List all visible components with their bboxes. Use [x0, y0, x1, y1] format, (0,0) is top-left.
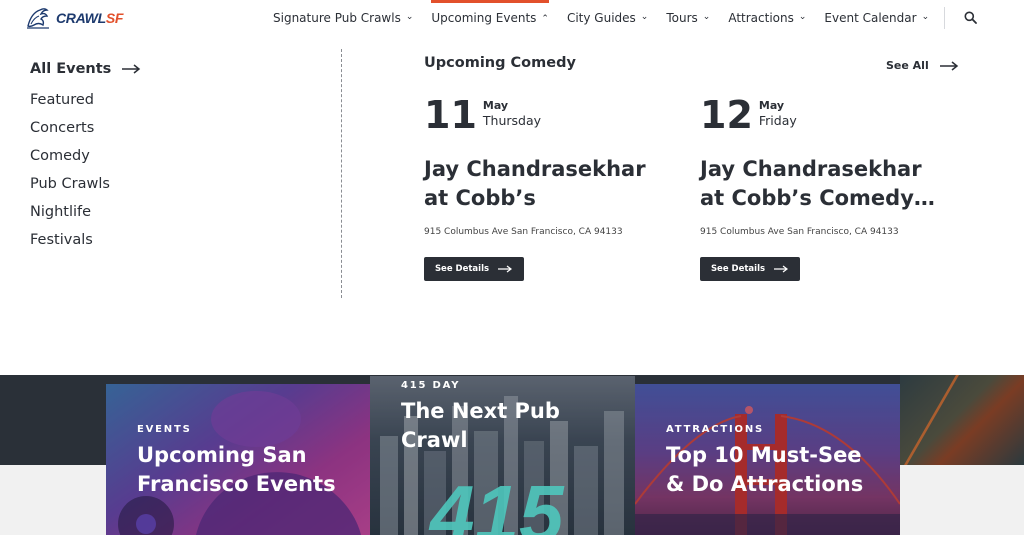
event-address: 915 Columbus Ave San Francisco, CA 94133 [424, 227, 623, 237]
see-details-button[interactable]: See Details [424, 257, 524, 281]
event-address: 915 Columbus Ave San Francisco, CA 94133 [700, 227, 899, 237]
nav-divider [944, 6, 946, 29]
category-nightlife[interactable]: Nightlife [30, 203, 141, 221]
event-month: May [758, 99, 785, 112]
card-upcoming-events[interactable]: EVENTS Upcoming San Francisco Events [106, 384, 371, 535]
main-nav: Signature Pub Crawls ⌄ Upcoming Events ⌃… [264, 0, 985, 35]
see-all-label: See All [886, 59, 929, 72]
chevron-down-icon: ⌄ [640, 11, 649, 22]
chevron-down-icon: ⌄ [798, 11, 807, 22]
nav-event-calendar[interactable]: Event Calendar ⌄ [815, 0, 938, 35]
card-title: Upcoming San Francisco Events [137, 443, 336, 496]
nav-attractions[interactable]: Attractions ⌄ [719, 0, 815, 35]
dragon-logo-icon [27, 8, 49, 29]
nav-label: Event Calendar [824, 10, 917, 25]
logo-accent: SF [105, 10, 124, 26]
nav-label: Tours [666, 10, 698, 25]
nav-label: Signature Pub Crawls [273, 10, 401, 25]
nav-upcoming-events[interactable]: Upcoming Events ⌃ [422, 0, 558, 35]
event-weekday: Thursday [482, 113, 542, 128]
card-kicker: ATTRACTIONS [666, 424, 765, 435]
event-date: 11 May Thursday [424, 95, 684, 135]
arrow-right-icon [774, 265, 789, 273]
page: CRAWLSF Signature Pub Crawls ⌄ Upcoming … [0, 0, 1024, 535]
bridge-photo [900, 375, 1024, 465]
415-graphic-text: 415 [428, 469, 565, 535]
nav-signature-pub-crawls[interactable]: Signature Pub Crawls ⌄ [264, 0, 422, 35]
card-415-day[interactable]: 415 415 DAY The Next Pub Crawl [370, 376, 635, 535]
nav-label: Upcoming Events [431, 10, 537, 25]
section-title: Upcoming Comedy [424, 55, 576, 71]
category-featured[interactable]: Featured [30, 91, 141, 109]
category-pub-crawls[interactable]: Pub Crawls [30, 175, 141, 193]
event-month: May [482, 99, 509, 112]
see-all-link[interactable]: See All [886, 59, 959, 72]
event-card: 12 May Friday Jay Chandrasekhar at Cobb’… [700, 95, 960, 281]
arrow-right-icon [939, 60, 958, 71]
site-header: CRAWLSF Signature Pub Crawls ⌄ Upcoming … [0, 0, 1024, 35]
nav-label: City Guides [566, 10, 636, 25]
nav-tours[interactable]: Tours ⌄ [657, 0, 719, 35]
event-title[interactable]: Jay Chandrasekhar at Cobb’s Comedy… [700, 155, 940, 213]
category-festivals[interactable]: Festivals [30, 231, 141, 249]
event-card: 11 May Thursday Jay Chandrasekhar at Cob… [424, 95, 684, 281]
chevron-down-icon: ⌄ [921, 11, 930, 22]
chevron-down-icon: ⌄ [405, 11, 414, 22]
card-title: Top 10 Must-See & Do Attractions [666, 443, 864, 496]
card-kicker: 415 DAY [401, 380, 461, 391]
category-concerts[interactable]: Concerts [30, 119, 141, 137]
event-weekday: Friday [758, 113, 797, 128]
search-button[interactable] [955, 0, 985, 35]
logo[interactable]: CRAWLSF [24, 4, 123, 32]
category-list: All Events Featured Concerts Comedy Pub … [30, 61, 141, 259]
arrow-right-icon [122, 64, 141, 74]
all-events-link[interactable]: All Events [30, 61, 141, 77]
card-kicker: EVENTS [137, 424, 192, 435]
column-divider [341, 49, 342, 298]
all-events-label: All Events [30, 61, 112, 77]
see-details-label: See Details [434, 264, 490, 274]
arrow-right-icon [498, 265, 513, 273]
see-details-button[interactable]: See Details [700, 257, 800, 281]
nav-city-guides[interactable]: City Guides ⌄ [558, 0, 657, 35]
see-details-label: See Details [710, 264, 766, 274]
chevron-up-icon: ⌃ [541, 13, 549, 24]
card-title: The Next Pub Crawl [401, 399, 560, 452]
card-attractions[interactable]: ATTRACTIONS Top 10 Must-See & Do Attract… [635, 384, 900, 535]
category-comedy[interactable]: Comedy [30, 147, 141, 165]
events-dropdown-panel: All Events Featured Concerts Comedy Pub … [0, 35, 1024, 375]
event-title[interactable]: Jay Chandrasekhar at Cobb’s [424, 155, 664, 213]
event-date: 12 May Friday [700, 95, 960, 135]
search-icon [964, 11, 977, 24]
logo-word: CRAWL [56, 10, 106, 26]
event-day: 12 [700, 93, 753, 137]
nav-label: Attractions [728, 10, 794, 25]
chevron-down-icon: ⌄ [702, 11, 711, 22]
event-day: 11 [424, 93, 477, 137]
